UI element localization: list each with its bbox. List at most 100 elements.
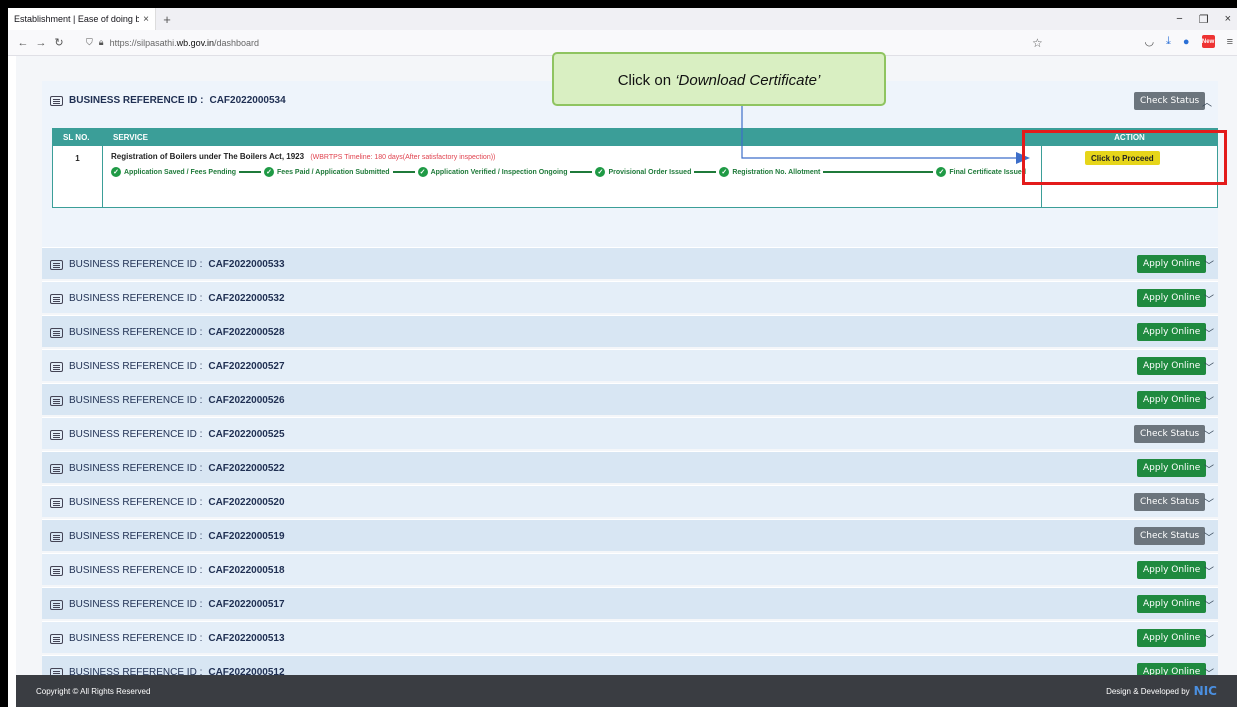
business-reference-row[interactable]: BUSINESS REFERENCE ID : CAF2022000519 Chec… bbox=[42, 519, 1218, 551]
chevron-down-icon[interactable]: ﹀ bbox=[1204, 631, 1214, 646]
check-icon: ✓ bbox=[595, 167, 606, 177]
nic-logo: NIC bbox=[1193, 684, 1217, 698]
check-icon: ✓ bbox=[111, 167, 121, 177]
chevron-down-icon[interactable]: ﹀ bbox=[1204, 291, 1214, 306]
check-status-button[interactable]: Check Status bbox=[1134, 493, 1206, 511]
reload-icon[interactable]: ↻ bbox=[50, 36, 68, 49]
restore-icon[interactable]: ❐ bbox=[1199, 13, 1209, 26]
business-reference-label: BUSINESS REFERENCE ID : bbox=[69, 327, 203, 338]
business-reference-header[interactable]: BUSINESS REFERENCE ID : CAF2022000518 bbox=[50, 565, 285, 576]
business-reference-row[interactable]: BUSINESS REFERENCE ID : CAF2022000533 Appl… bbox=[42, 247, 1218, 279]
step-connector bbox=[239, 171, 262, 173]
list-icon bbox=[50, 327, 63, 338]
business-reference-header[interactable]: BUSINESS REFERENCE ID : CAF2022000527 bbox=[50, 361, 285, 372]
step-connector bbox=[823, 171, 934, 173]
check-status-button[interactable]: Check Status bbox=[1134, 527, 1206, 545]
business-reference-row[interactable]: BUSINESS REFERENCE ID : CAF2022000528 Appl… bbox=[42, 315, 1218, 347]
bookmark-star-icon[interactable]: ☆ bbox=[1032, 36, 1043, 50]
back-icon[interactable]: ← bbox=[14, 37, 32, 49]
chevron-down-icon[interactable]: ﹀ bbox=[1204, 563, 1214, 578]
highlight-box bbox=[1022, 130, 1227, 185]
check-status-button[interactable]: Check Status bbox=[1134, 92, 1206, 110]
apply-online-button[interactable]: Apply Online bbox=[1137, 289, 1207, 307]
chevron-down-icon[interactable]: ﹀ bbox=[1204, 359, 1214, 374]
chevron-down-icon[interactable]: ﹀ bbox=[1204, 597, 1214, 612]
download-icon[interactable]: ⤓ bbox=[1166, 35, 1171, 48]
minimize-icon[interactable]: − bbox=[1176, 13, 1182, 25]
list-icon bbox=[50, 95, 63, 106]
apply-online-button[interactable]: Apply Online bbox=[1137, 357, 1207, 375]
chevron-down-icon[interactable]: ﹀ bbox=[1204, 325, 1214, 340]
business-reference-header[interactable]: BUSINESS REFERENCE ID : CAF2022000513 bbox=[50, 633, 285, 644]
chevron-down-icon[interactable]: ﹀ bbox=[1204, 393, 1214, 408]
business-reference-label: BUSINESS REFERENCE ID : bbox=[69, 633, 203, 644]
url-text[interactable]: https://silpasathi.wb.gov.in/dashboard bbox=[110, 38, 259, 48]
business-reference-label: BUSINESS REFERENCE ID : bbox=[69, 463, 203, 474]
tab-close-icon[interactable]: × bbox=[143, 14, 149, 25]
status-step: ✓ Provisional Order Issued bbox=[595, 167, 691, 177]
menu-icon[interactable]: ≡ bbox=[1227, 36, 1233, 48]
business-reference-header[interactable]: BUSINESS REFERENCE ID : CAF2022000519 bbox=[50, 531, 285, 542]
copyright-text: Copyright © All Rights Reserved bbox=[36, 686, 151, 696]
apply-online-button[interactable]: Apply Online bbox=[1137, 255, 1207, 273]
business-reference-id: CAF2022000518 bbox=[208, 565, 285, 576]
apply-online-button[interactable]: Apply Online bbox=[1137, 561, 1207, 579]
tab-title: Establishment | Ease of doing busin bbox=[14, 14, 140, 24]
chevron-down-icon[interactable]: ﹀ bbox=[1204, 529, 1214, 544]
business-reference-row[interactable]: BUSINESS REFERENCE ID : CAF2022000522 Appl… bbox=[42, 451, 1218, 483]
apply-online-button[interactable]: Apply Online bbox=[1137, 595, 1207, 613]
pocket-icon[interactable]: ◡ bbox=[1144, 35, 1154, 48]
list-icon bbox=[50, 361, 63, 372]
business-reference-label: BUSINESS REFERENCE ID : bbox=[69, 497, 203, 508]
new-tab-button[interactable]: + bbox=[156, 8, 178, 30]
chevron-down-icon[interactable]: ﹀ bbox=[1204, 495, 1214, 510]
address-bar[interactable]: ⛉ 🔒︎ https://silpasathi.wb.gov.in/dashbo… bbox=[86, 37, 259, 48]
chevron-down-icon[interactable]: ﹀ bbox=[1204, 665, 1214, 675]
business-reference-row[interactable]: BUSINESS REFERENCE ID : CAF2022000526 Appl… bbox=[42, 383, 1218, 415]
business-reference-row[interactable]: BUSINESS REFERENCE ID : CAF2022000512 Appl… bbox=[42, 655, 1218, 675]
business-reference-header[interactable]: BUSINESS REFERENCE ID : CAF2022000528 bbox=[50, 327, 285, 338]
list-icon bbox=[50, 599, 63, 610]
list-icon bbox=[50, 259, 63, 270]
business-reference-row[interactable]: BUSINESS REFERENCE ID : CAF2022000525 Chec… bbox=[42, 417, 1218, 449]
apply-online-button[interactable]: Apply Online bbox=[1137, 629, 1207, 647]
business-reference-id: CAF2022000533 bbox=[208, 259, 285, 270]
forward-icon[interactable]: → bbox=[32, 37, 50, 49]
chevron-down-icon[interactable]: ﹀ bbox=[1204, 427, 1214, 442]
business-reference-header[interactable]: BUSINESS REFERENCE ID : CAF2022000525 bbox=[50, 429, 285, 440]
business-reference-header[interactable]: BUSINESS REFERENCE ID : CAF2022000534 bbox=[50, 95, 286, 106]
apply-online-button[interactable]: Apply Online bbox=[1137, 391, 1207, 409]
business-reference-header[interactable]: BUSINESS REFERENCE ID : CAF2022000512 bbox=[50, 667, 285, 675]
apply-online-button[interactable]: Apply Online bbox=[1137, 663, 1207, 675]
step-connector bbox=[694, 171, 717, 173]
browser-tab[interactable]: Establishment | Ease of doing busin × bbox=[8, 8, 156, 30]
chevron-up-icon[interactable]: ︿ bbox=[1202, 94, 1212, 109]
business-reference-row[interactable]: BUSINESS REFERENCE ID : CAF2022000520 Chec… bbox=[42, 485, 1218, 517]
business-reference-row[interactable]: BUSINESS REFERENCE ID : CAF2022000518 Appl… bbox=[42, 553, 1218, 585]
business-reference-header[interactable]: BUSINESS REFERENCE ID : CAF2022000517 bbox=[50, 599, 285, 610]
chevron-down-icon[interactable]: ﹀ bbox=[1204, 257, 1214, 272]
apply-online-button[interactable]: Apply Online bbox=[1137, 323, 1207, 341]
account-icon[interactable]: ● bbox=[1183, 36, 1190, 48]
check-status-button[interactable]: Check Status bbox=[1134, 425, 1206, 443]
close-window-icon[interactable]: × bbox=[1225, 13, 1231, 25]
window-controls: − ❐ × bbox=[1176, 8, 1231, 30]
apply-online-button[interactable]: Apply Online bbox=[1137, 459, 1207, 477]
business-reference-header[interactable]: BUSINESS REFERENCE ID : CAF2022000532 bbox=[50, 293, 285, 304]
callout-text: Click on bbox=[617, 72, 676, 89]
business-reference-header[interactable]: BUSINESS REFERENCE ID : CAF2022000520 bbox=[50, 497, 285, 508]
business-reference-row[interactable]: BUSINESS REFERENCE ID : CAF2022000517 Appl… bbox=[42, 587, 1218, 619]
business-reference-row[interactable]: BUSINESS REFERENCE ID : CAF2022000513 Appl… bbox=[42, 621, 1218, 653]
business-reference-row[interactable]: BUSINESS REFERENCE ID : CAF2022000527 Appl… bbox=[42, 349, 1218, 381]
chevron-down-icon[interactable]: ﹀ bbox=[1204, 461, 1214, 476]
credit: Design & Developed by NIC bbox=[1106, 684, 1217, 698]
status-timeline: ✓ Application Saved / Fees Pending ✓ Fees … bbox=[111, 167, 1033, 177]
business-reference-header[interactable]: BUSINESS REFERENCE ID : CAF2022000533 bbox=[50, 259, 285, 270]
step-connector bbox=[570, 171, 593, 173]
list-icon bbox=[50, 395, 63, 406]
business-reference-row[interactable]: BUSINESS REFERENCE ID : CAF2022000532 Appl… bbox=[42, 281, 1218, 313]
business-reference-id: CAF2022000534 bbox=[209, 95, 286, 106]
business-reference-header[interactable]: BUSINESS REFERENCE ID : CAF2022000526 bbox=[50, 395, 285, 406]
whats-new-icon[interactable]: New bbox=[1201, 35, 1215, 48]
business-reference-header[interactable]: BUSINESS REFERENCE ID : CAF2022000522 bbox=[50, 463, 285, 474]
